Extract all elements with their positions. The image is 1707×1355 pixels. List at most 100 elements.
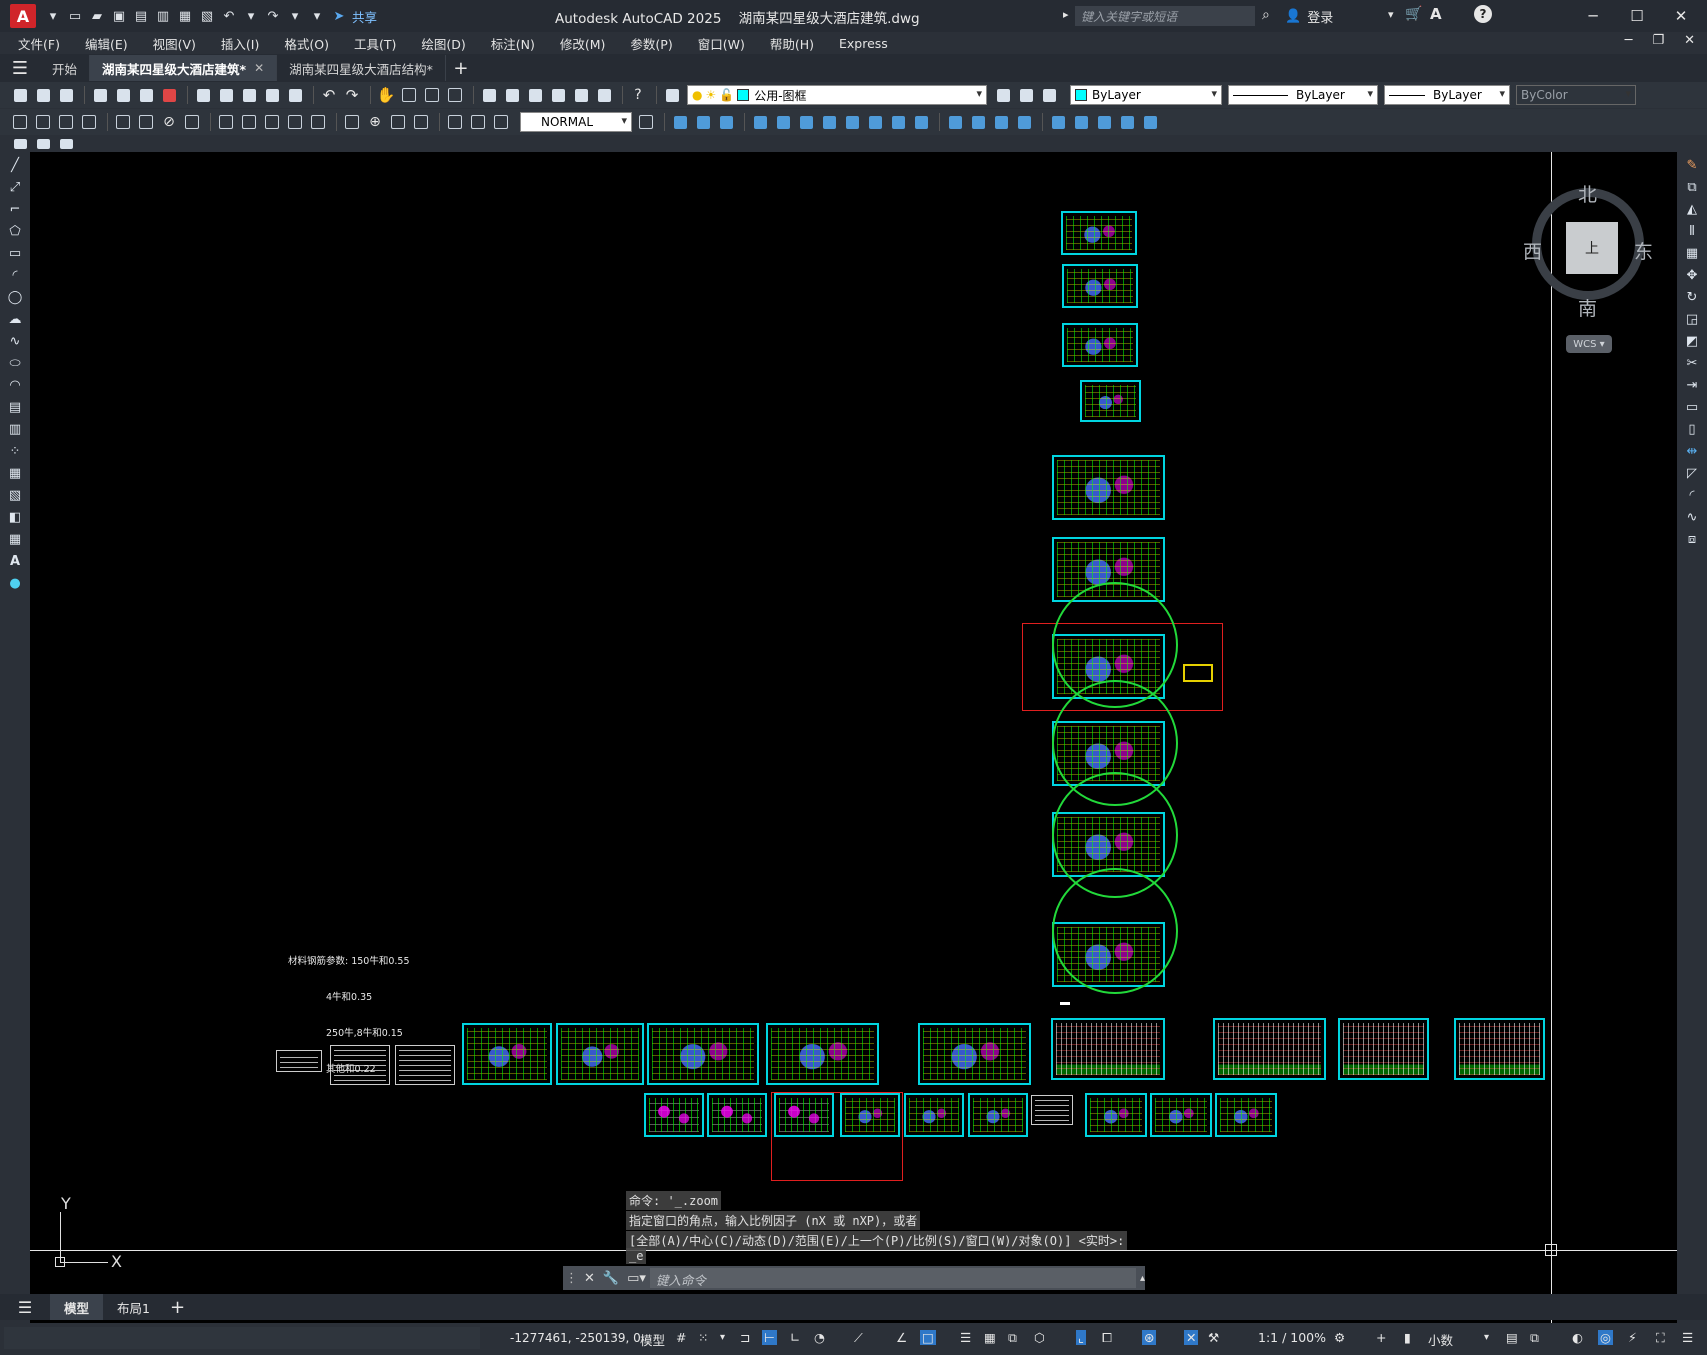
design-center-icon[interactable] [502, 85, 522, 105]
copy-icon[interactable] [216, 85, 236, 105]
units-select[interactable]: 小数 [1428, 1330, 1453, 1349]
object-snap-icon[interactable]: □ [920, 1330, 936, 1345]
drawing-sheet[interactable] [1215, 1093, 1277, 1137]
menu-format[interactable]: 格式(O) [284, 34, 329, 53]
doc-restore-icon[interactable]: ❐ [1652, 33, 1664, 48]
plot-preview-icon[interactable] [113, 85, 133, 105]
table-icon[interactable]: ▦ [6, 530, 24, 548]
make-current-layer-icon[interactable] [993, 85, 1013, 105]
wcs-menu-button[interactable]: WCS ▾ [1566, 335, 1612, 353]
zoom-window-icon[interactable] [422, 85, 442, 105]
join-icon[interactable] [968, 112, 988, 132]
explode-icon[interactable] [1048, 112, 1068, 132]
grid-icon[interactable]: # [676, 1330, 686, 1345]
open-icon[interactable] [33, 85, 53, 105]
chamfer-side-icon[interactable]: ◸ [1683, 464, 1701, 482]
undo-toolbar-icon[interactable]: ↶ [319, 85, 339, 105]
mtext-icon[interactable]: A [6, 552, 24, 570]
redo-icon[interactable]: ↷ [264, 7, 282, 25]
workspace-icon[interactable] [10, 137, 30, 151]
layer-freeze-icon[interactable]: ☀ [705, 88, 716, 102]
save-toolbar-icon[interactable] [56, 85, 76, 105]
help-search-input[interactable]: 键入关键字或短语 [1075, 6, 1255, 26]
new-tab-button[interactable]: + [446, 58, 476, 79]
drawing-sheet[interactable] [1454, 1018, 1545, 1080]
offset-side-icon[interactable]: ⫴ [1683, 222, 1701, 240]
plot-toolbar-icon[interactable] [90, 85, 110, 105]
tolerance-icon[interactable] [342, 112, 362, 132]
selection-filter-icon[interactable]: ⧠ [1102, 1330, 1112, 1346]
selection-cycling-icon[interactable]: ⧉ [1008, 1330, 1017, 1346]
layer-states-icon[interactable] [1039, 85, 1059, 105]
menu-express[interactable]: Express [839, 36, 888, 51]
doc-minimize-icon[interactable]: ─ [1625, 33, 1633, 48]
offset-icon[interactable] [750, 112, 770, 132]
viewcube-north[interactable]: 北 [1578, 180, 1597, 207]
insert-block-icon[interactable]: ▤ [6, 398, 24, 416]
drawing-sheet[interactable] [918, 1023, 1031, 1085]
continue-dim-icon[interactable] [262, 112, 282, 132]
export-icon[interactable]: ▥ [154, 7, 172, 25]
help-toolbar-icon[interactable]: ? [628, 85, 648, 105]
drawing-sheet[interactable] [1213, 1018, 1326, 1080]
redo-dropdown-icon[interactable]: ▾ [286, 7, 304, 25]
explode-side-icon[interactable]: ⧈ [1683, 530, 1701, 548]
viewcube-east[interactable]: 东 [1634, 237, 1653, 264]
erase-side-icon[interactable]: ✎ [1683, 156, 1701, 174]
tab-layout1[interactable]: 布局1 [103, 1294, 164, 1320]
make-block-icon[interactable]: ▥ [6, 420, 24, 438]
maximize-button[interactable]: ☐ [1622, 4, 1652, 28]
share-button[interactable]: 共享 [352, 7, 377, 26]
draworder-icon[interactable] [1140, 112, 1160, 132]
menu-window[interactable]: 窗口(W) [698, 34, 745, 53]
drawing-sheet[interactable] [1062, 323, 1138, 367]
trim-icon[interactable] [888, 112, 908, 132]
array-icon[interactable] [773, 112, 793, 132]
login-dropdown-icon[interactable]: ▾ [1388, 8, 1394, 21]
gradient-icon[interactable]: ▧ [6, 486, 24, 504]
infer-constraints-icon[interactable]: ⊐ [740, 1330, 750, 1345]
dropdown-icon[interactable]: ▾ [44, 7, 62, 25]
layer-on-icon[interactable]: ● [692, 88, 702, 102]
drawing-sheet[interactable] [1150, 1093, 1212, 1137]
3d-osnap-icon[interactable]: ⬡ [1034, 1330, 1045, 1345]
menu-help[interactable]: 帮助(H) [770, 34, 814, 53]
workspace-settings-icon[interactable] [33, 137, 53, 151]
hardware-acceleration-icon[interactable]: ⚡ [1628, 1330, 1637, 1345]
drawing-sheet[interactable] [647, 1023, 759, 1085]
pan-icon[interactable]: ✋ [376, 85, 396, 105]
close-window-button[interactable]: ✕ [1666, 4, 1696, 28]
properties-icon[interactable] [479, 85, 499, 105]
publish-toolbar-icon[interactable] [136, 85, 156, 105]
menu-dimension[interactable]: 标注(N) [491, 34, 535, 53]
command-prompt-icon[interactable]: ▭▾ [627, 1271, 646, 1286]
tab-model[interactable]: 模型 [50, 1294, 104, 1320]
tab-close-icon[interactable]: ✕ [254, 61, 264, 75]
move-side-icon[interactable]: ✥ [1683, 266, 1701, 284]
markup-icon[interactable] [571, 85, 591, 105]
publish-icon[interactable]: ▦ [176, 7, 194, 25]
drawing-canvas[interactable]: Y X [30, 152, 1677, 1332]
blend-side-icon[interactable]: ∿ [1683, 508, 1701, 526]
paste-icon[interactable] [239, 85, 259, 105]
arc-length-icon[interactable] [56, 112, 76, 132]
angular-dim-icon[interactable] [182, 112, 202, 132]
drawing-sheet[interactable] [1338, 1018, 1429, 1080]
units-dropdown-icon[interactable]: ▾ [1484, 1332, 1489, 1343]
lineweight-toggle-icon[interactable]: ☰ [960, 1330, 971, 1345]
ellipse-icon[interactable]: ⬭ [6, 354, 24, 372]
break-side-icon[interactable]: ▯ [1683, 420, 1701, 438]
aligned-dim-icon[interactable] [33, 112, 53, 132]
sheet-set-icon[interactable] [548, 85, 568, 105]
command-input[interactable]: 键入命令 [649, 1268, 1136, 1288]
quick-dim-icon[interactable] [216, 112, 236, 132]
cut-icon[interactable] [193, 85, 213, 105]
redo-toolbar-icon[interactable]: ↷ [342, 85, 362, 105]
gizmo-icon[interactable]: ⊛ [1142, 1330, 1157, 1345]
mirror-icon[interactable] [716, 112, 736, 132]
add-layout-button[interactable]: + [170, 1297, 185, 1318]
drawing-sheet[interactable] [904, 1093, 964, 1137]
point-icon[interactable]: ⁘ [6, 442, 24, 460]
command-history-toggle-icon[interactable]: ▴ [1140, 1273, 1145, 1284]
cursor-coordinates[interactable]: -1277461, -250139, 0 [510, 1331, 641, 1345]
